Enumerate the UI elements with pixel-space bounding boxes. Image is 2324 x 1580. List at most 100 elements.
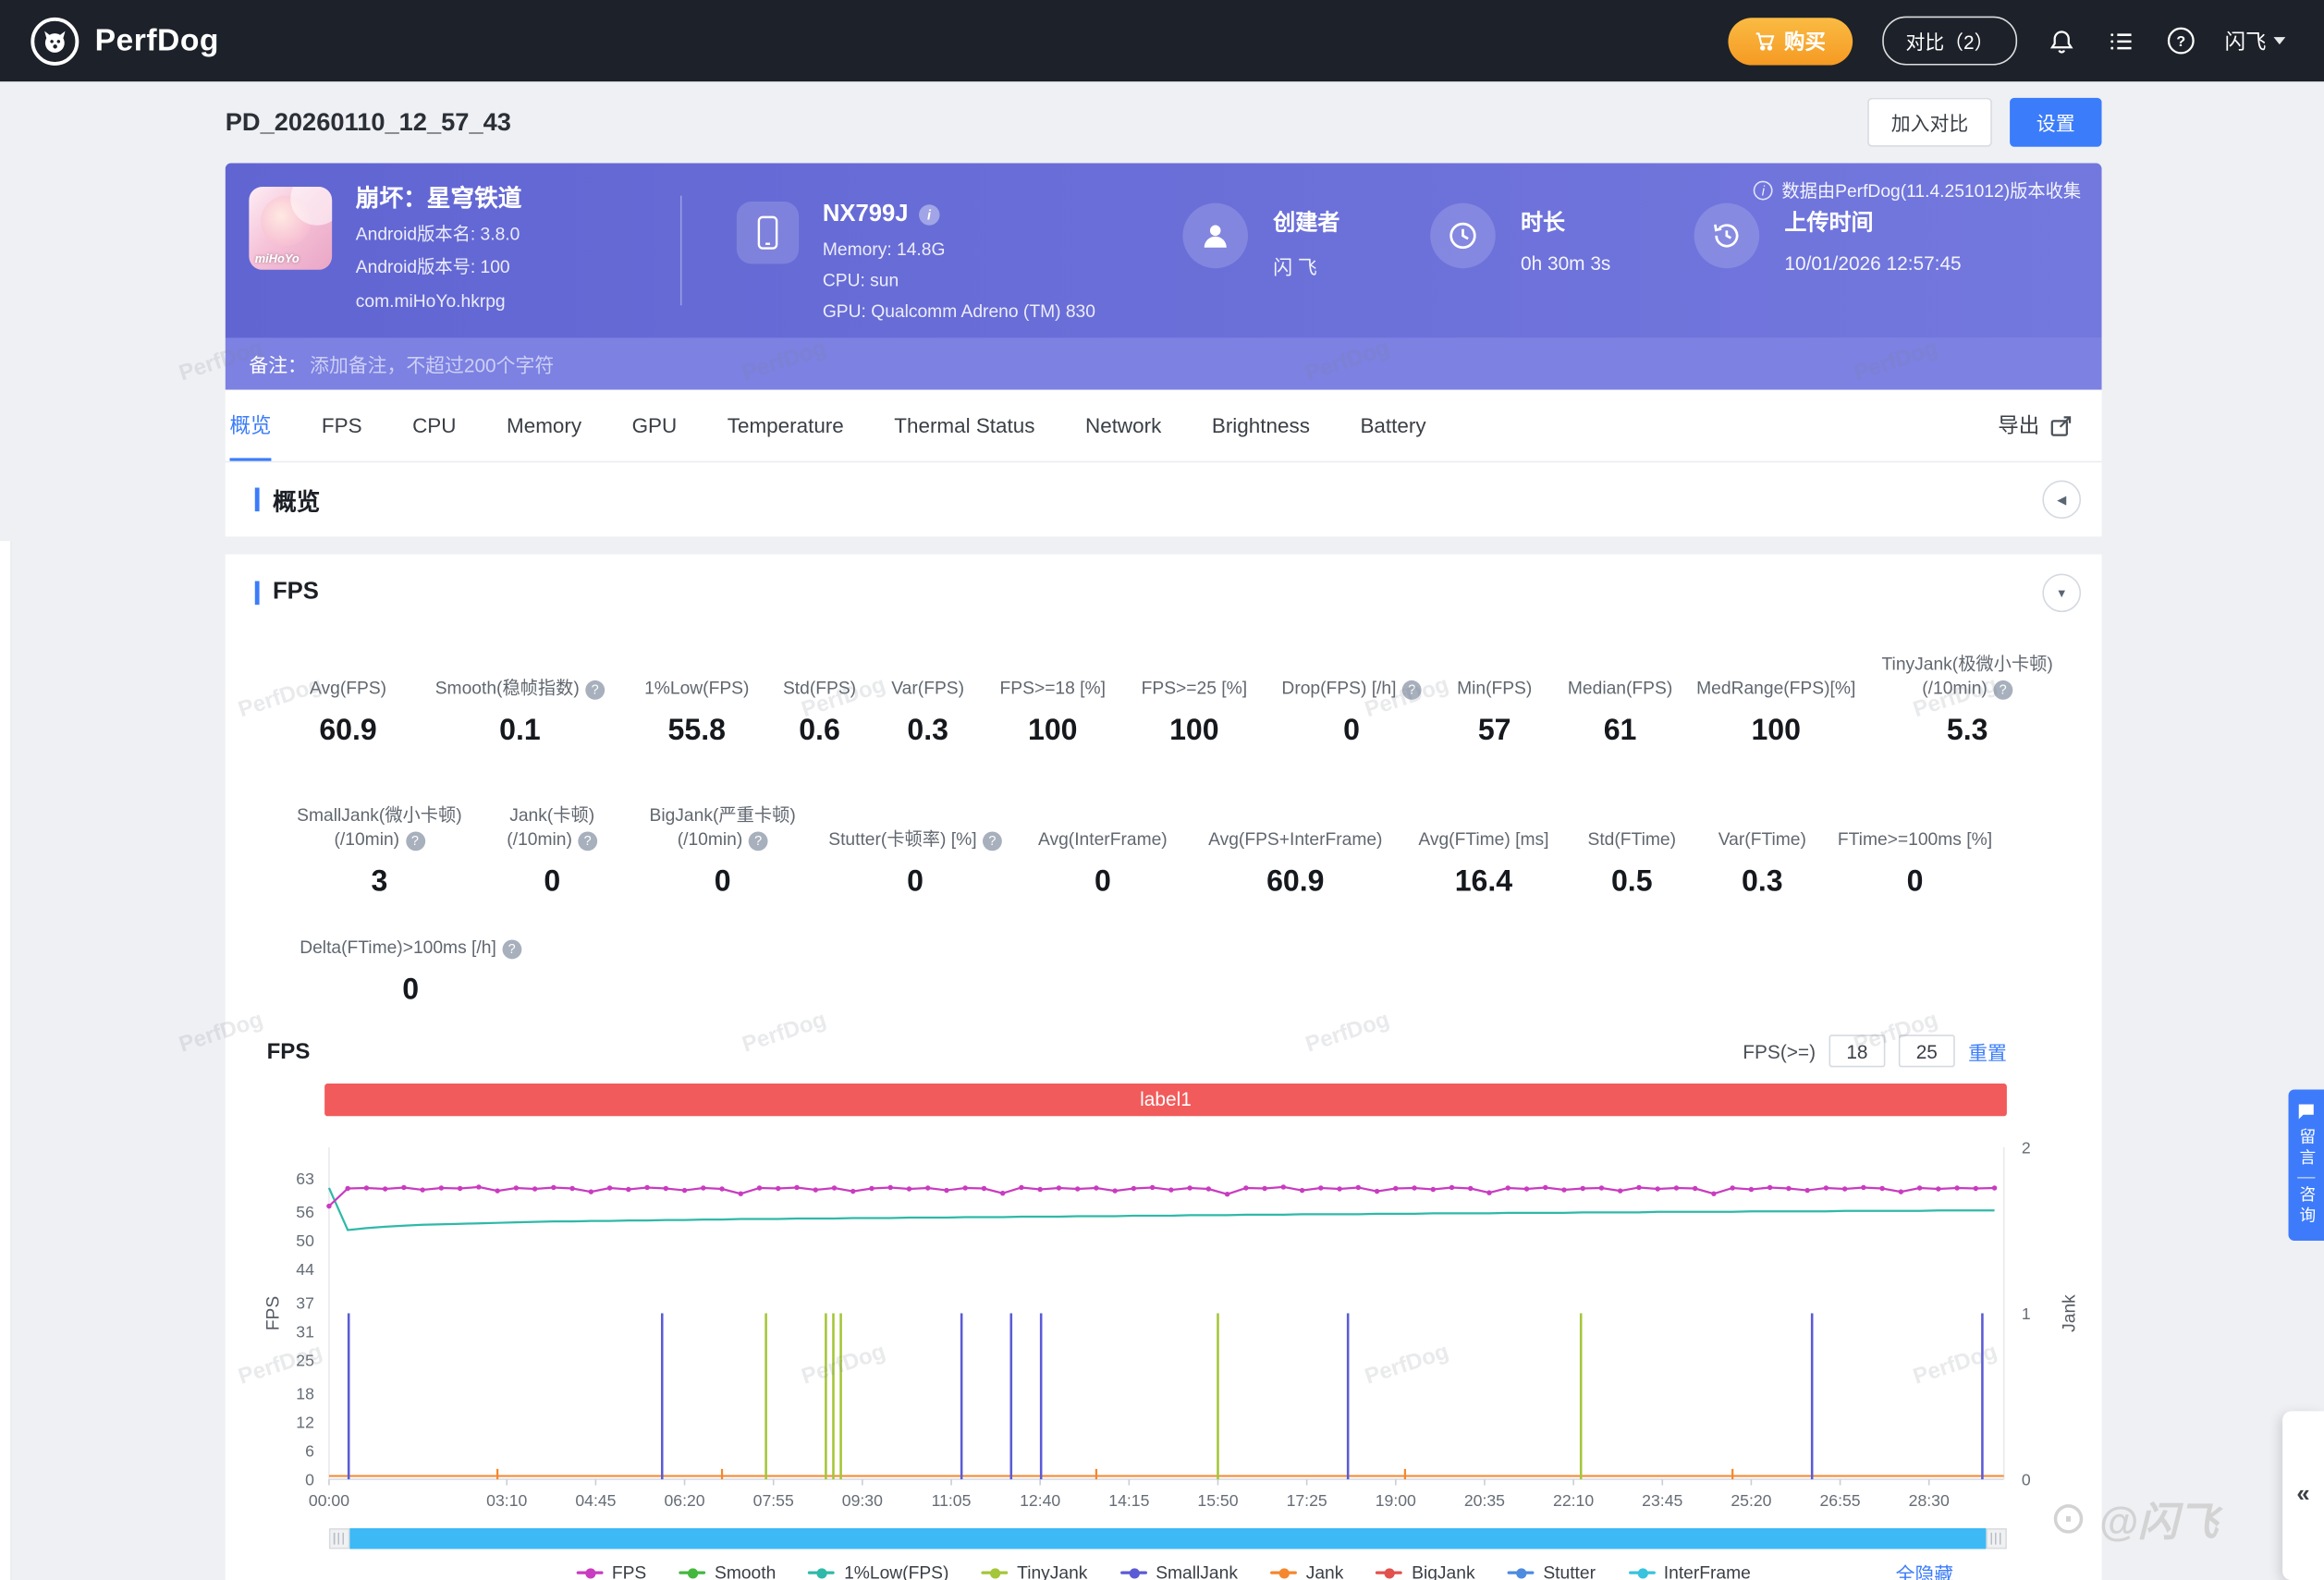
- page-title: PD_20260110_12_57_43: [225, 107, 511, 136]
- stat-item: FPS>=18 [%] 100: [982, 649, 1123, 748]
- stat-item: Stutter(卡顿率) [%]? 0: [815, 801, 1015, 900]
- creator-value: 闪 飞: [1273, 256, 1317, 279]
- add-compare-button[interactable]: 加入对比: [1867, 97, 1992, 147]
- stat-value: 5.3: [1946, 714, 1988, 748]
- stat-item: Min(FPS) 57: [1438, 649, 1551, 748]
- notifications-bell-icon[interactable]: [2047, 26, 2076, 55]
- legend-item[interactable]: FPS: [576, 1562, 646, 1580]
- help-icon[interactable]: ?: [405, 831, 425, 851]
- svg-text:25: 25: [296, 1351, 314, 1369]
- tab-FPS[interactable]: FPS: [322, 390, 362, 461]
- fps-chart[interactable]: 0 6 12 18 25 31 37 44 50 56 63 0 1 2 00:00 03:10 04:45 06…: [263, 1116, 2102, 1528]
- legend-marker: [1628, 1567, 1656, 1578]
- svg-text:2: 2: [2022, 1138, 2031, 1157]
- collapsed-side-panel[interactable]: [0, 541, 12, 1580]
- tab-GPU[interactable]: GPU: [632, 390, 678, 461]
- stat-label: Avg(InterFrame): [1038, 828, 1168, 850]
- svg-text:56: 56: [296, 1203, 314, 1221]
- feedback-tab[interactable]: 留言 咨询: [2288, 1089, 2324, 1241]
- legend-item[interactable]: TinyJank: [981, 1562, 1087, 1580]
- legend-item[interactable]: Stutter: [1507, 1562, 1596, 1580]
- legend-item[interactable]: InterFrame: [1628, 1562, 1751, 1580]
- tab-Thermal Status[interactable]: Thermal Status: [894, 390, 1034, 461]
- stat-item: Var(FPS) 0.3: [874, 649, 982, 748]
- svg-text:0: 0: [2022, 1471, 2031, 1489]
- double-chevron-left-icon: «: [2296, 1482, 2310, 1508]
- user-menu[interactable]: 闪飞: [2225, 26, 2286, 55]
- help-icon[interactable]: ?: [502, 939, 522, 960]
- tab-概览[interactable]: 概览: [229, 390, 272, 461]
- scrollbar-right-handle[interactable]: [1986, 1528, 2007, 1549]
- legend-item[interactable]: Smooth: [679, 1562, 776, 1580]
- stat-item: FPS>=25 [%] 100: [1123, 649, 1265, 748]
- tab-Brightness[interactable]: Brightness: [1212, 390, 1310, 461]
- svg-text:06:20: 06:20: [665, 1491, 705, 1510]
- stat-value: 57: [1477, 714, 1511, 748]
- stat-label: FPS>=18 [%]: [999, 677, 1106, 699]
- scrollbar-left-handle[interactable]: [328, 1528, 350, 1549]
- tab-CPU[interactable]: CPU: [412, 390, 456, 461]
- stat-value: 55.8: [667, 714, 726, 748]
- help-icon[interactable]: ?: [578, 831, 598, 851]
- game-name: 崩坏：星穹铁道: [355, 187, 522, 213]
- fps-section-title: FPS: [273, 579, 319, 606]
- help-icon[interactable]: ?: [748, 831, 768, 851]
- collapse-left-button[interactable]: ◀: [2042, 480, 2082, 520]
- android-version-name: Android版本名: 3.8.0: [355, 224, 520, 245]
- remark-bar[interactable]: 备注： 添加备注，不超过200个字符: [225, 337, 2102, 390]
- stat-value: 0: [544, 865, 561, 899]
- export-button[interactable]: 导出: [1998, 410, 2072, 440]
- legend-item[interactable]: BigJank: [1376, 1562, 1475, 1580]
- stat-label: Smooth(稳帧指数)?: [435, 676, 605, 700]
- stat-label: Min(FPS): [1457, 677, 1533, 699]
- legend-marker: [1376, 1567, 1403, 1578]
- stat-item: Avg(FPS+InterFrame) 60.9: [1190, 801, 1401, 900]
- fps-chart-svg[interactable]: 0612182531374450566301200:00 03:10 04:45 06…: [263, 1116, 2102, 1521]
- stat-value: 60.9: [1266, 865, 1325, 899]
- stat-value: 3: [371, 865, 388, 899]
- fps-threshold-high-input[interactable]: [1898, 1035, 1955, 1068]
- tab-Network[interactable]: Network: [1085, 390, 1161, 461]
- legend-marker: [1119, 1567, 1147, 1578]
- svg-text:15:50: 15:50: [1197, 1491, 1238, 1510]
- tabs: 概览 FPS CPU Memory GPU Temperature Thermal Stat…: [229, 390, 1426, 461]
- compare-button[interactable]: 对比（2）: [1881, 16, 2018, 66]
- stat-item: Avg(FTime) [ms] 16.4: [1401, 801, 1567, 900]
- info-icon[interactable]: i: [918, 204, 940, 226]
- tab-Memory[interactable]: Memory: [507, 390, 581, 461]
- legend-item[interactable]: Jank: [1270, 1562, 1343, 1580]
- menu-icon[interactable]: [2106, 26, 2135, 55]
- collapse-fps-button[interactable]: ▼: [2042, 573, 2082, 613]
- chart-scrollbar[interactable]: [328, 1528, 2007, 1549]
- svg-text:6: 6: [305, 1442, 314, 1461]
- svg-text:Jank: Jank: [2061, 1294, 2080, 1332]
- svg-text:63: 63: [296, 1170, 314, 1188]
- help-icon[interactable]: ?: [1401, 680, 1422, 700]
- buy-button[interactable]: 购买: [1728, 17, 1853, 65]
- tab-Battery[interactable]: Battery: [1360, 390, 1425, 461]
- duration-value: 0h 30m 3s: [1521, 251, 1611, 275]
- brand-logo[interactable]: PerfDog: [30, 16, 219, 67]
- stat-item: 1%Low(FPS) 55.8: [629, 649, 765, 748]
- fps-threshold-low-input[interactable]: [1829, 1035, 1886, 1068]
- help-icon[interactable]: ?: [1993, 680, 2013, 700]
- collapse-panel-button[interactable]: «: [2282, 1411, 2324, 1580]
- stat-value: 100: [1028, 714, 1078, 748]
- reset-link[interactable]: 重置: [1968, 1037, 2007, 1065]
- stat-value: 0.3: [907, 714, 948, 748]
- hide-all-link[interactable]: 全隐藏: [1896, 1560, 1954, 1580]
- scrollbar-track[interactable]: [349, 1528, 1987, 1549]
- svg-text:26:55: 26:55: [1820, 1491, 1861, 1510]
- settings-button[interactable]: 设置: [2010, 97, 2102, 147]
- svg-text:07:55: 07:55: [753, 1491, 794, 1510]
- legend-item[interactable]: 1%Low(FPS): [808, 1562, 948, 1580]
- help-icon[interactable]: ?: [983, 831, 1002, 851]
- fps-filter-label: FPS(>=): [1743, 1039, 1816, 1062]
- tab-Temperature[interactable]: Temperature: [728, 390, 844, 461]
- stat-value: 60.9: [319, 714, 377, 748]
- help-icon[interactable]: ?: [2165, 26, 2195, 55]
- remark-placeholder: 添加备注，不超过200个字符: [310, 354, 555, 377]
- legend-item[interactable]: SmallJank: [1119, 1562, 1238, 1580]
- stat-label: Stutter(卡顿率) [%]?: [828, 827, 1002, 851]
- help-icon[interactable]: ?: [585, 680, 605, 700]
